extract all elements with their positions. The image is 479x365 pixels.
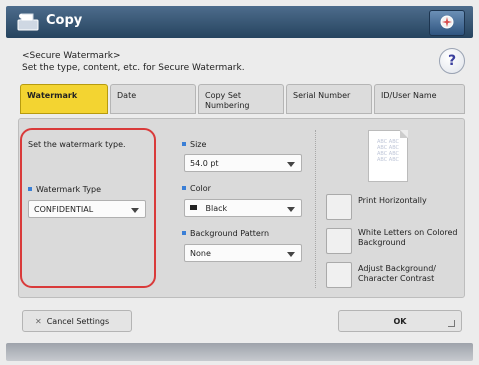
tab-bar: Watermark Date Copy Set Numbering Serial… — [20, 84, 465, 116]
background-pattern-value: None — [190, 249, 211, 258]
settings-icon — [440, 15, 454, 29]
bullet-icon — [182, 186, 186, 190]
instructions: <Secure Watermark> Set the type, content… — [22, 50, 245, 74]
help-button[interactable]: ? — [439, 48, 465, 74]
color-value: Black — [205, 204, 228, 213]
instruction-title: <Secure Watermark> — [22, 51, 121, 61]
white-letters-label: White Letters on Colored Background — [358, 228, 458, 247]
tab-watermark[interactable]: Watermark — [20, 84, 108, 114]
tab-date[interactable]: Date — [110, 84, 196, 114]
adjust-contrast-label: Adjust Background/ Character Contrast — [358, 264, 436, 283]
color-label: Color — [182, 184, 211, 193]
settings-button[interactable] — [429, 10, 465, 36]
size-dropdown[interactable]: 54.0 pt — [184, 154, 302, 172]
watermark-preview: ABC ABC ABC ABC ABC ABC ABC ABC — [368, 130, 408, 182]
chevron-down-icon — [131, 208, 139, 213]
color-dropdown[interactable]: Black — [184, 199, 302, 217]
background-pattern-dropdown[interactable]: None — [184, 244, 302, 262]
title-bar: Copy — [6, 6, 473, 38]
copy-screen: Copy <Secure Watermark> Set the type, co… — [0, 0, 479, 365]
tab-serial-number[interactable]: Serial Number — [286, 84, 372, 114]
bullet-icon — [182, 231, 186, 235]
cancel-settings-button[interactable]: ✕ Cancel Settings — [22, 310, 132, 332]
adjust-contrast-button[interactable] — [326, 262, 352, 288]
bullet-icon — [182, 142, 186, 146]
print-horizontally-button[interactable] — [326, 194, 352, 220]
size-value: 54.0 pt — [190, 159, 219, 168]
left-prompt: Set the watermark type. — [28, 140, 126, 149]
chevron-down-icon — [287, 207, 295, 212]
app-title: Copy — [46, 13, 83, 28]
watermark-type-dropdown[interactable]: CONFIDENTIAL — [28, 200, 146, 218]
tab-copy-set-numbering[interactable]: Copy Set Numbering — [198, 84, 284, 114]
close-icon: ✕ — [35, 317, 42, 326]
print-horizontally-label: Print Horizontally — [358, 196, 427, 205]
size-label: Size — [182, 140, 206, 149]
ok-button[interactable]: OK — [338, 310, 462, 332]
instruction-text: Set the type, content, etc. for Secure W… — [22, 63, 245, 73]
chevron-down-icon — [287, 162, 295, 167]
chevron-down-icon — [287, 252, 295, 257]
tab-id-user-name[interactable]: ID/User Name — [374, 84, 465, 114]
copy-machine-icon — [17, 13, 39, 31]
corner-icon — [448, 320, 455, 327]
bullet-icon — [28, 187, 32, 191]
watermark-type-label: Watermark Type — [28, 185, 101, 194]
color-swatch — [190, 205, 197, 210]
section-divider — [315, 130, 316, 288]
white-letters-button[interactable] — [326, 228, 352, 254]
status-bar — [6, 343, 473, 361]
background-pattern-label: Background Pattern — [182, 229, 269, 238]
page-fold — [400, 130, 408, 138]
watermark-type-value: CONFIDENTIAL — [34, 205, 94, 214]
